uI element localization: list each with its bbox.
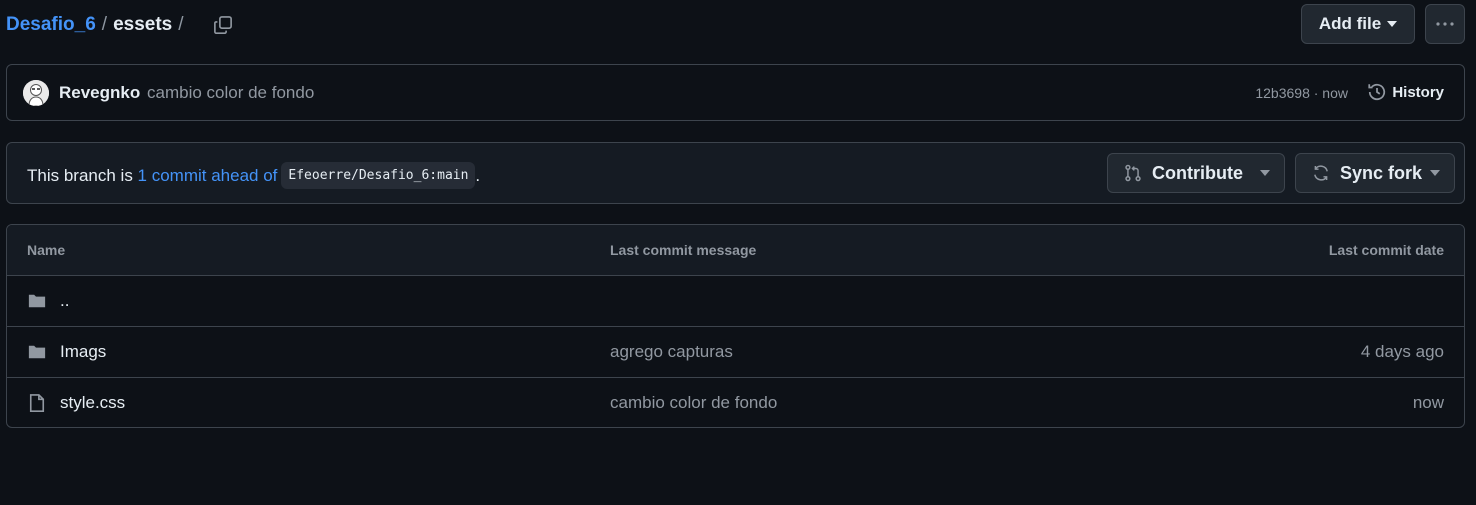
parent-directory-link[interactable]: ..	[60, 291, 69, 311]
column-header-last-commit-date: Last commit date	[1328, 242, 1444, 258]
breadcrumb: Desafio_6 / essets /	[6, 12, 234, 38]
folder-icon	[27, 291, 47, 311]
caret-down-icon	[1430, 170, 1440, 176]
contribute-button[interactable]: Contribute	[1107, 153, 1285, 193]
latest-commit-bar: Revegnko cambio color de fondo 12b3698 ·…	[6, 64, 1465, 121]
branch-status-text: This branch is 1 commit ahead of Efeoerr…	[27, 162, 480, 189]
breadcrumb-separator: /	[178, 14, 184, 35]
branch-status-bar: This branch is 1 commit ahead of Efeoerr…	[6, 142, 1465, 204]
sync-icon	[1312, 164, 1330, 182]
row-name-link[interactable]: style.css	[60, 393, 125, 413]
branch-status-suffix: .	[475, 165, 481, 185]
table-row[interactable]: style.css cambio color de fondo now	[7, 378, 1464, 427]
row-commit-date: now	[1412, 393, 1444, 412]
folder-icon	[27, 342, 47, 362]
kebab-horizontal-icon	[1436, 22, 1454, 26]
contribute-label: Contribute	[1152, 162, 1243, 183]
breadcrumb-current-folder: essets	[113, 14, 173, 35]
commit-sha-time[interactable]: 12b3698 · now	[1255, 85, 1348, 101]
row-name-link[interactable]: Imags	[60, 342, 106, 362]
file-icon	[27, 393, 47, 413]
row-commit-message[interactable]: cambio color de fondo	[610, 393, 777, 413]
sync-fork-button[interactable]: Sync fork	[1295, 153, 1455, 193]
add-file-button[interactable]: Add file	[1301, 4, 1415, 44]
history-button[interactable]: History	[1367, 82, 1444, 102]
more-options-button[interactable]	[1425, 4, 1465, 44]
git-pull-request-icon	[1124, 164, 1142, 182]
caret-down-icon	[1260, 170, 1270, 176]
history-icon	[1367, 82, 1392, 102]
copy-path-icon[interactable]	[212, 14, 234, 36]
table-header: Name Last commit message Last commit dat…	[7, 225, 1464, 276]
add-file-label: Add file	[1318, 14, 1382, 33]
avatar[interactable]	[23, 80, 49, 106]
row-commit-date: 4 days ago	[1360, 342, 1444, 361]
history-label: History	[1392, 83, 1444, 101]
row-commit-message[interactable]: agrego capturas	[610, 342, 733, 362]
column-header-last-commit-message: Last commit message	[610, 242, 757, 258]
commit-author-link[interactable]: Revegnko	[59, 83, 140, 103]
column-header-name: Name	[27, 242, 66, 258]
commit-message-link[interactable]: cambio color de fondo	[147, 83, 314, 103]
file-table: Name Last commit message Last commit dat…	[6, 224, 1465, 428]
breadcrumb-separator: /	[101, 14, 108, 35]
breadcrumb-repo-link[interactable]: Desafio_6	[6, 14, 96, 36]
caret-down-icon	[1387, 21, 1398, 27]
table-row[interactable]: Imags agrego capturas 4 days ago	[7, 327, 1464, 378]
upstream-branch-ref: Efeoerre/Desafio_6:main	[281, 162, 476, 189]
table-row-parent-directory[interactable]: ..	[7, 276, 1464, 327]
sync-fork-label: Sync fork	[1340, 162, 1423, 183]
branch-status-prefix: This branch is	[27, 165, 138, 185]
commits-ahead-link[interactable]: 1 commit ahead of	[138, 166, 278, 186]
